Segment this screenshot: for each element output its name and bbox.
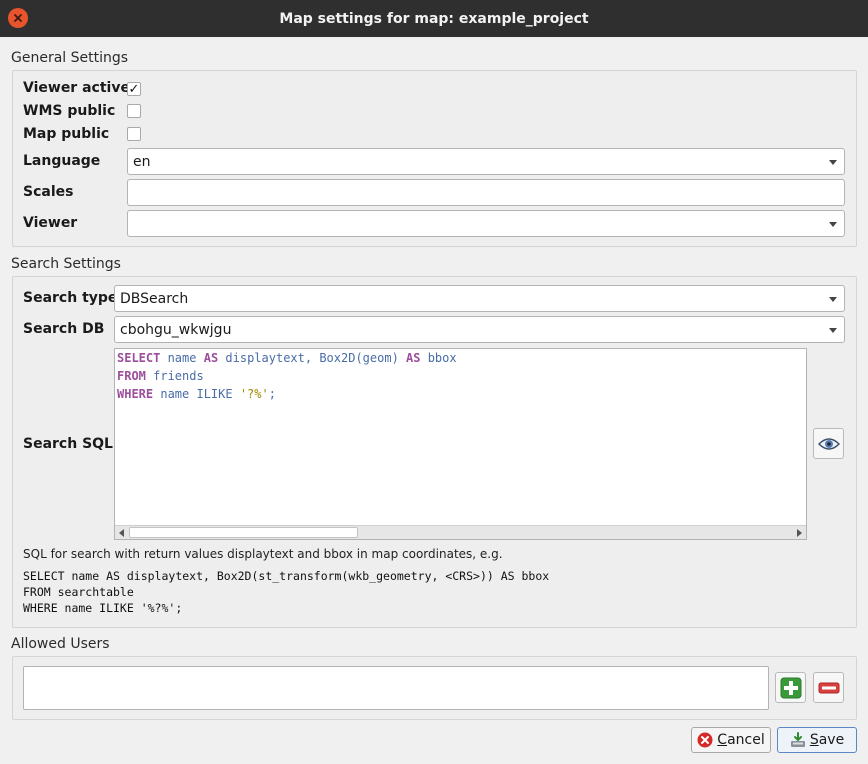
scroll-left-icon[interactable] bbox=[119, 529, 124, 537]
search-type-select[interactable]: DBSearch bbox=[114, 285, 845, 312]
plus-icon bbox=[780, 677, 801, 698]
search-db-select[interactable]: cbohgu_wkwjgu bbox=[114, 316, 845, 343]
search-settings-title: Search Settings bbox=[11, 256, 121, 272]
language-value: en bbox=[133, 153, 151, 170]
viewer-label: Viewer bbox=[23, 215, 78, 231]
chevron-down-icon bbox=[829, 221, 837, 227]
wms-public-label: WMS public bbox=[23, 103, 116, 119]
save-icon bbox=[790, 732, 805, 747]
search-sql-hint: SQL for search with return values displa… bbox=[23, 547, 503, 561]
language-label: Language bbox=[23, 153, 101, 169]
add-user-button[interactable] bbox=[775, 672, 806, 703]
title-bar: Map settings for map: example_project bbox=[0, 0, 868, 37]
search-sql-editor[interactable]: SELECT name AS displaytext, Box2D(geom) … bbox=[114, 348, 807, 540]
map-public-checkbox[interactable] bbox=[127, 127, 141, 141]
eye-icon bbox=[817, 437, 840, 450]
viewer-active-checkbox[interactable]: ✓ bbox=[127, 82, 141, 96]
cancel-button[interactable]: Cancel bbox=[691, 727, 771, 753]
viewer-active-label: Viewer active bbox=[23, 80, 130, 96]
chevron-down-icon bbox=[829, 296, 837, 302]
scales-input[interactable] bbox=[127, 179, 845, 206]
window-title: Map settings for map: example_project bbox=[279, 10, 589, 27]
save-label: Save bbox=[809, 732, 845, 748]
chevron-down-icon bbox=[829, 327, 837, 333]
close-icon bbox=[14, 14, 22, 22]
search-db-label: Search DB bbox=[23, 321, 105, 337]
scroll-right-icon[interactable] bbox=[797, 529, 802, 537]
cancel-icon bbox=[697, 732, 713, 748]
window-close-button[interactable] bbox=[8, 8, 28, 28]
language-select[interactable]: en bbox=[127, 148, 845, 175]
remove-user-button[interactable] bbox=[813, 672, 844, 703]
preview-sql-button[interactable] bbox=[813, 428, 844, 459]
search-sql-label: Search SQL bbox=[23, 436, 113, 452]
checkmark-icon: ✓ bbox=[128, 81, 140, 97]
general-settings-title: General Settings bbox=[11, 50, 129, 66]
search-type-label: Search type bbox=[23, 290, 118, 306]
search-sql-example: SELECT name AS displaytext, Box2D(st_tra… bbox=[23, 569, 550, 615]
chevron-down-icon bbox=[829, 159, 837, 165]
cancel-label: Cancel bbox=[717, 732, 765, 748]
scrollbar-thumb[interactable] bbox=[129, 527, 358, 538]
save-button[interactable]: Save bbox=[777, 727, 857, 753]
horizontal-scrollbar[interactable] bbox=[115, 525, 806, 539]
wms-public-checkbox[interactable] bbox=[127, 104, 141, 118]
sql-code: SELECT name AS displaytext, Box2D(geom) … bbox=[117, 351, 457, 401]
search-type-value: DBSearch bbox=[120, 290, 189, 307]
allowed-users-list[interactable] bbox=[23, 666, 769, 710]
allowed-users-title: Allowed Users bbox=[11, 636, 110, 652]
minus-icon bbox=[818, 682, 839, 693]
map-public-label: Map public bbox=[23, 126, 110, 142]
search-db-value: cbohgu_wkwjgu bbox=[120, 321, 232, 338]
viewer-select[interactable] bbox=[127, 210, 845, 237]
scales-label: Scales bbox=[23, 184, 74, 200]
